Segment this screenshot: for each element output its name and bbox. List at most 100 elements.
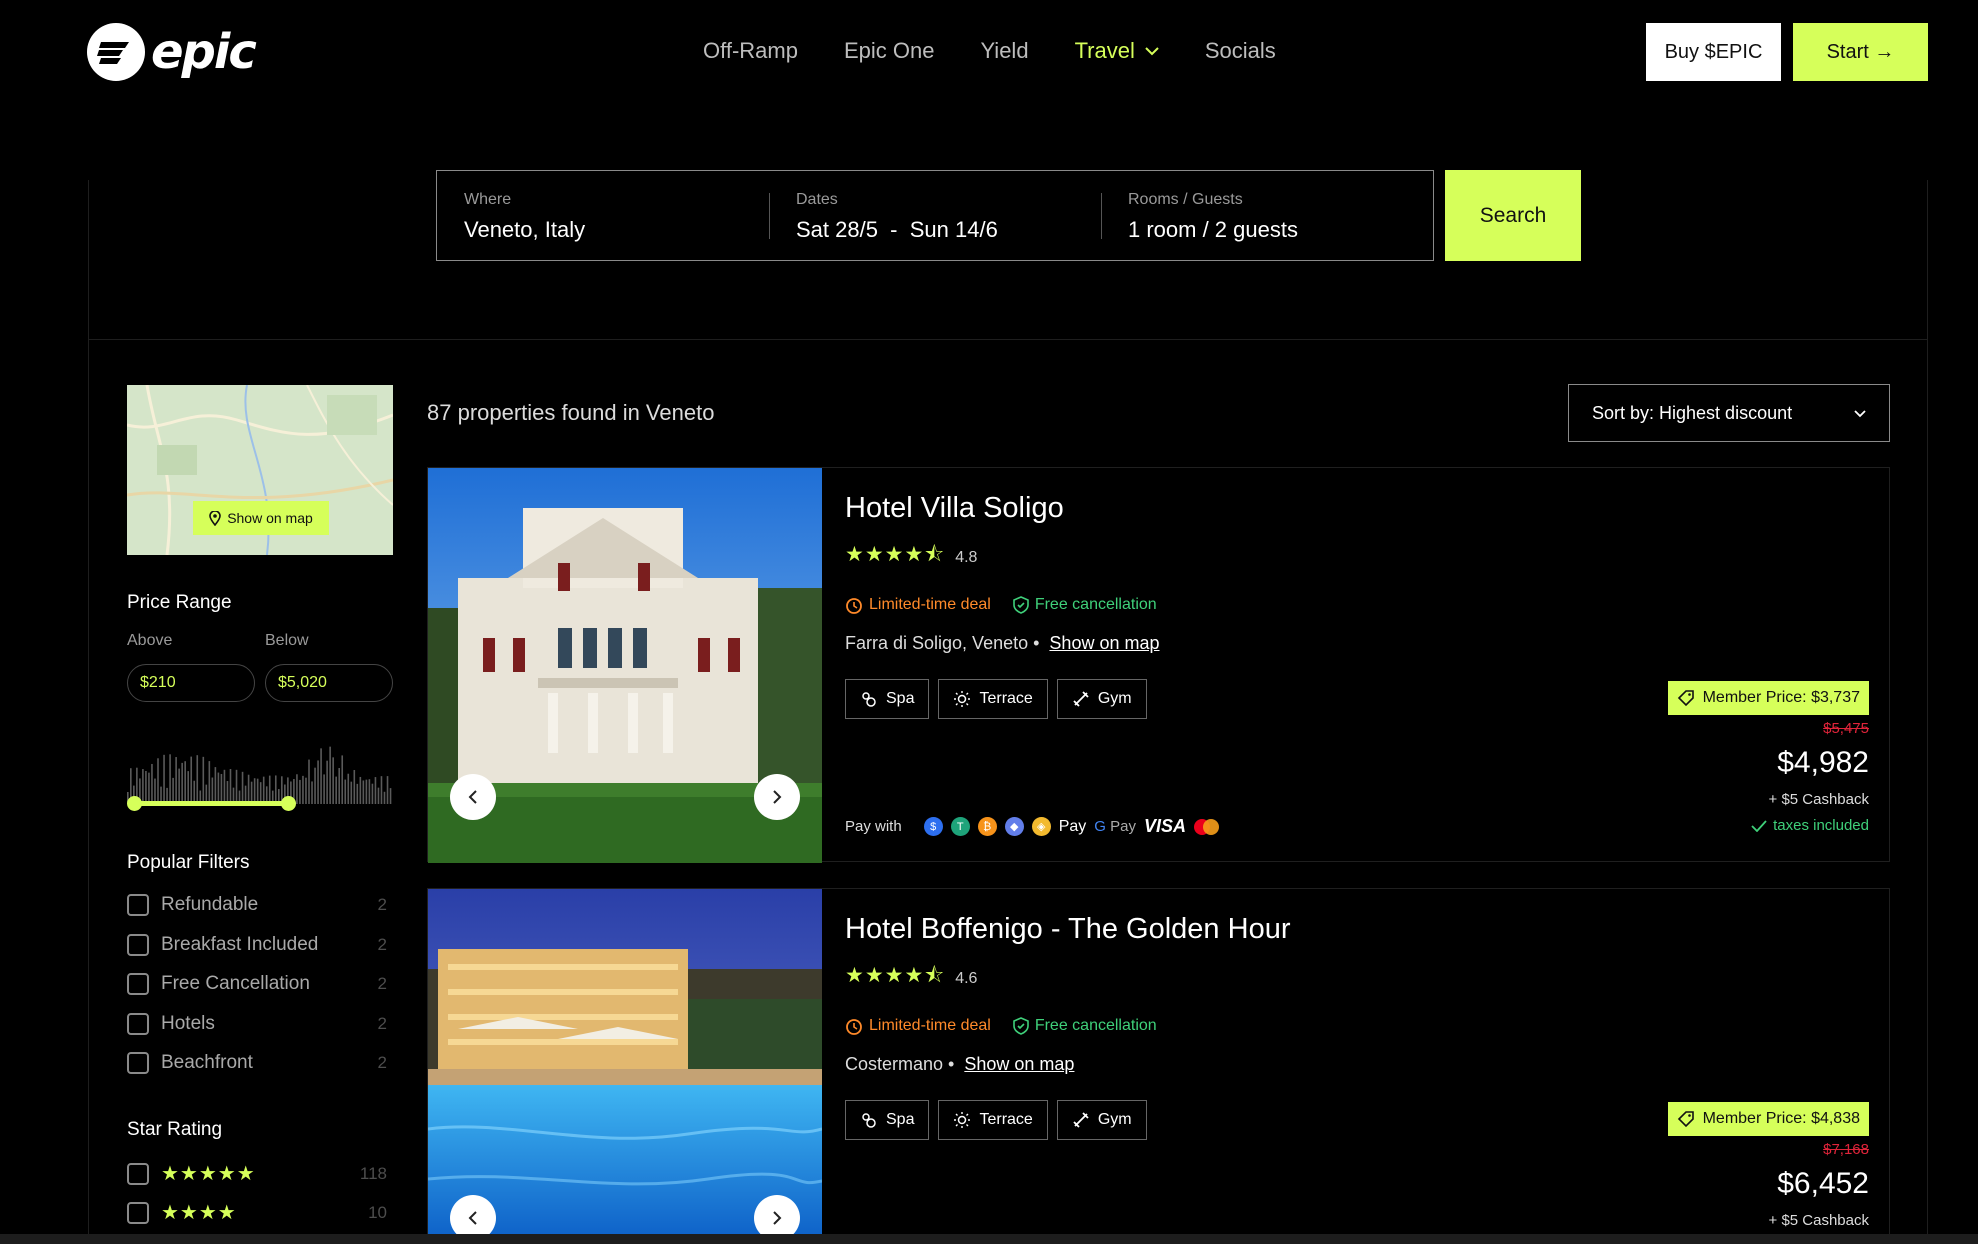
nav-epic-one[interactable]: Epic One [844,38,935,64]
buy-epic-button[interactable]: Buy $EPIC [1646,23,1781,81]
checkbox[interactable] [127,1201,149,1224]
apple-pay-icon: Pay [1059,818,1087,836]
logo-text: epic [151,24,257,80]
filter-refundable[interactable]: Refundable 2 [127,894,387,916]
checkbox[interactable] [127,973,149,995]
price-above-input[interactable]: $210 [127,664,255,702]
histogram-bar [383,791,386,804]
hotel-name[interactable]: Hotel Villa Soligo [845,492,1064,525]
guests-field[interactable]: Rooms / Guests 1 room / 2 guests [1101,171,1433,260]
usdt-icon: T [950,817,970,836]
nav-yield[interactable]: Yield [980,38,1028,64]
histogram-bar [223,769,226,804]
cashback: + $5 Cashback [1768,1212,1869,1229]
bnb-icon: ◈ [1031,817,1051,836]
star-icons: ★★★★⯪ [845,964,946,987]
location-text: Farra di Soligo, Veneto • [845,633,1040,653]
chevron-right-icon [773,790,782,804]
filter-5-stars[interactable]: ★★★★★ 118 [127,1161,387,1186]
price-slider-max-handle[interactable] [281,796,296,811]
results-count: 87 properties found in Veneto [427,400,715,425]
mastercard-icon [1194,818,1219,835]
nav-socials[interactable]: Socials [1205,38,1276,64]
search-button[interactable]: Search [1445,170,1581,261]
filter-beachfront[interactable]: Beachfront 2 [127,1052,387,1074]
histogram-bar [184,761,186,804]
deal-label: Limited-time deal [869,1017,991,1034]
checkbox[interactable] [127,934,149,956]
hotel-badges: Limited-time deal Free cancellation [845,596,1157,614]
amenity-label: Spa [886,1111,915,1128]
filter-breakfast[interactable]: Breakfast Included 2 [127,934,387,956]
sort-dropdown[interactable]: Sort by: Highest discount [1568,384,1890,442]
map-thumbnail[interactable]: Show on map [127,385,393,555]
amenity-label: Gym [1097,690,1132,707]
histogram-bar [235,769,238,804]
checkbox[interactable] [127,1013,149,1035]
member-price: Member Price: $3,737 [1702,689,1860,706]
star-icons: ★★★★ [161,1202,237,1224]
histogram-bar [359,776,362,804]
checkbox[interactable] [127,894,149,916]
epic-logo[interactable]: epic [87,23,257,81]
price-below-input[interactable]: $5,020 [265,664,393,702]
member-price-badge: Member Price: $4,838 [1667,1102,1869,1136]
star-rating-heading: Star Rating [127,1119,223,1140]
price-slider-min-handle[interactable] [127,796,142,811]
histogram-bar [356,783,359,804]
spa-icon [862,1113,876,1128]
show-on-map-button[interactable]: Show on map [193,501,329,535]
histogram-bar [268,775,271,804]
histogram-bar [329,746,331,804]
hotel-rating: ★★★★⯪ 4.8 [845,540,977,575]
search-bar: Where Veneto, Italy Dates Sat 28/5 - Sun… [436,170,1434,261]
timer-icon [846,598,862,614]
hotel-location: Farra di Soligo, Veneto • Show on map [845,633,1160,654]
filter-hotels[interactable]: Hotels 2 [127,1013,387,1035]
price: $4,982 [1777,746,1869,779]
prev-photo-button[interactable] [450,1195,496,1235]
filter-4-stars[interactable]: ★★★★ 10 [127,1200,387,1225]
filter-count: 118 [359,1163,387,1183]
show-on-map-link[interactable]: Show on map [964,1054,1074,1075]
cashback: + $5 Cashback [1768,791,1869,808]
filter-count: 2 [377,974,387,993]
histogram-bar [190,756,193,804]
histogram-bar [220,773,223,804]
histogram-bar [145,770,147,804]
hotel-card[interactable]: Hotel Boffenigo - The Golden Hour ★★★★⯪ … [427,888,1890,1235]
checkbox[interactable] [127,1162,149,1185]
amenity-label: Gym [1097,1111,1132,1128]
member-price: Member Price: $4,838 [1702,1110,1860,1127]
histogram-bar [389,788,392,804]
start-button[interactable]: Start → [1793,23,1928,81]
tag-icon [1677,690,1694,707]
filter-label: Breakfast Included [161,934,319,955]
amenity-chip: Spa [845,679,930,719]
chevron-left-icon [468,790,477,804]
checkbox[interactable] [127,1052,149,1074]
scrollbar-track[interactable] [0,1234,1978,1244]
filter-label: Refundable [161,894,259,915]
next-photo-button[interactable] [754,774,800,820]
filter-free-cancellation[interactable]: Free Cancellation 2 [127,973,387,995]
dates-field[interactable]: Dates Sat 28/5 - Sun 14/6 [769,171,1101,260]
where-field[interactable]: Where Veneto, Italy [437,171,769,260]
histogram-bar [296,774,298,804]
nav-off-ramp[interactable]: Off-Ramp [703,38,798,64]
hotel-card[interactable]: Hotel Villa Soligo ★★★★⯪ 4.8 Limited-tim… [427,467,1890,863]
show-on-map-link[interactable]: Show on map [1049,633,1159,654]
hotel-name[interactable]: Hotel Boffenigo - The Golden Hour [845,913,1290,946]
histogram-bar [178,768,180,804]
amenities: Spa Terrace Gym [845,679,1147,719]
original-price: $5,475 [1823,720,1869,737]
payment-methods: Pay with $ T ₿ ◆ ◈ Pay G Pay VISA [845,816,1219,837]
filter-label: Hotels [161,1013,215,1034]
price-slider-track [134,801,289,806]
check-icon [1751,819,1767,832]
nav-travel[interactable]: Travel [1075,38,1159,64]
prev-photo-button[interactable] [450,774,496,820]
next-photo-button[interactable] [754,1195,800,1235]
histogram-bar [299,779,301,804]
hotel-rating: ★★★★⯪ 4.6 [845,961,977,996]
